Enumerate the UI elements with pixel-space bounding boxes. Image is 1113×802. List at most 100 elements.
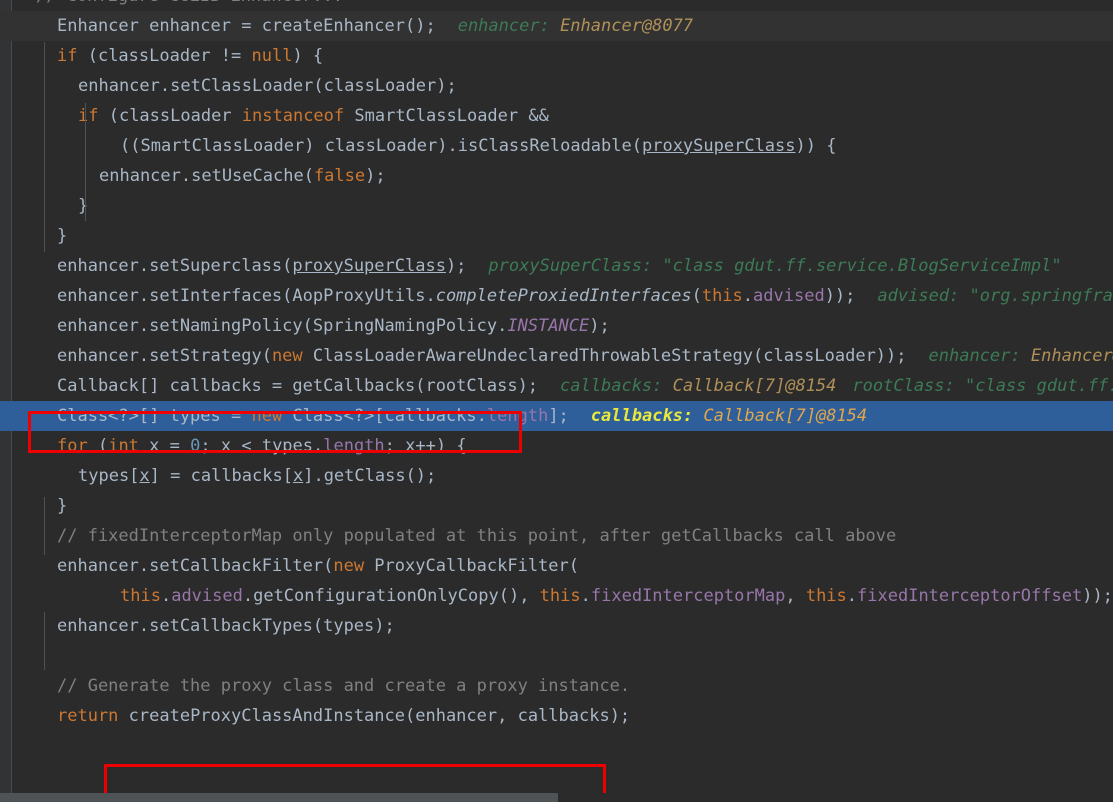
code-token: length	[323, 436, 385, 456]
code-token: Callback[] callbacks = getCallbacks(root…	[57, 376, 539, 396]
code-token: false	[313, 166, 366, 186]
code-token: .	[160, 586, 172, 606]
code-token: x	[405, 436, 416, 456]
inline-debug-hint: callbacks: Callback[7]@8154	[591, 406, 867, 426]
line-set-classloader[interactable]: enhancer.setClassLoader(classLoader);	[0, 71, 1113, 101]
code-token: x	[220, 436, 232, 456]
indent-guide-1	[85, 103, 86, 221]
inline-hint-name: callbacks:	[590, 406, 704, 426]
code-token: x	[139, 466, 150, 486]
code-token: }	[57, 226, 68, 246]
code-token: ((SmartClassLoader) classLoader).isClass…	[120, 136, 642, 156]
inline-hint-name: advised:	[877, 286, 970, 306]
line-create-enhancer[interactable]: Enhancer enhancer = createEnhancer(); enh…	[0, 11, 1113, 41]
code-token: this	[120, 586, 161, 606]
code-token: enhancer.setClassLoader(classLoader);	[78, 76, 457, 96]
code-token: ,	[785, 586, 806, 606]
code-token: (classLoader !=	[77, 46, 252, 66]
code-text: Callback[] callbacks = getCallbacks(root…	[0, 371, 538, 401]
line-types-array[interactable]: Class<?>[] types = new Class<?>[callback…	[0, 401, 1113, 431]
code-text: Enhancer enhancer = createEnhancer();	[0, 11, 436, 41]
line-return-create-proxy[interactable]: return createProxyClassAndInstance(enhan…	[0, 701, 1113, 731]
line-set-strategy[interactable]: enhancer.setStrategy(new ClassLoaderAwar…	[0, 341, 1113, 371]
code-token: instanceof	[241, 106, 345, 126]
code-token: // fixedInterceptorMap only populated at…	[57, 526, 897, 546]
code-token: null	[251, 46, 293, 66]
line-comment-fixedinterceptormap[interactable]: // fixedInterceptorMap only populated at…	[0, 521, 1113, 551]
code-token: enhancer.setNamingPolicy(SpringNamingPol…	[57, 316, 508, 336]
code-token: INSTANCE	[507, 316, 590, 336]
code-text: enhancer.setInterfaces(AopProxyUtils.com…	[0, 281, 855, 311]
line-set-callback-types[interactable]: enhancer.setCallbackTypes(types);	[0, 611, 1113, 641]
code-token: ) {	[292, 46, 324, 66]
code-token: ++) {	[415, 436, 467, 456]
inline-debug-hint: advised: "org.springframewo	[877, 286, 1113, 306]
line-for-loop[interactable]: for (int x = 0; x < types.length; x++) {	[0, 431, 1113, 461]
horizontal-scrollbar-thumb[interactable]	[0, 793, 558, 802]
code-token: completeProxiedInterfaces	[435, 286, 692, 306]
code-token: x	[149, 436, 160, 456]
line-is-class-reloadable[interactable]: ((SmartClassLoader) classLoader).isClass…	[0, 131, 1113, 161]
code-token: new	[333, 556, 365, 576]
code-token: // Generate the proxy class and create a…	[57, 676, 631, 696]
line-comment-generate-proxy[interactable]: // Generate the proxy class and create a…	[0, 671, 1113, 701]
code-text: if (classLoader instanceof SmartClassLoa…	[0, 101, 549, 131]
line-callback-filter-args[interactable]: this.advised.getConfigurationOnlyCopy(),…	[0, 581, 1113, 611]
code-token: (	[87, 436, 109, 456]
horizontal-scrollbar-track[interactable]	[0, 793, 1113, 802]
code-text: enhancer.setSuperclass(proxySuperClass);	[0, 251, 466, 281]
line-if-smartclassloader[interactable]: if (classLoader instanceof SmartClassLoa…	[0, 101, 1113, 131]
code-text: }	[0, 491, 67, 521]
line-set-use-cache[interactable]: enhancer.setUseCache(false);	[0, 161, 1113, 191]
code-token: );	[445, 256, 467, 276]
code-token: ));	[1082, 586, 1113, 606]
code-token: fixedInterceptorOffset	[857, 586, 1083, 606]
code-token: length	[486, 406, 549, 426]
code-token: x	[292, 466, 304, 486]
line-set-callback-filter[interactable]: enhancer.setCallbackFilter(new ProxyCall…	[0, 551, 1113, 581]
code-token: this	[701, 286, 743, 306]
code-token: .	[846, 586, 858, 606]
line-set-naming-policy[interactable]: enhancer.setNamingPolicy(SpringNamingPol…	[0, 311, 1113, 341]
code-text: // fixedInterceptorMap only populated at…	[0, 521, 896, 551]
line-set-superclass[interactable]: enhancer.setSuperclass(proxySuperClass);…	[0, 251, 1113, 281]
inline-hint-value: "class gdut.ff.service.BlogServiceImpl"	[662, 256, 1062, 276]
code-token: if	[57, 46, 78, 66]
code-token: if	[78, 106, 99, 126]
inline-hint-value: Enhancer@8077	[560, 16, 694, 36]
code-editor[interactable]: // Configure CGLIB Enhancer... Enhancer e…	[0, 0, 1113, 802]
code-token: enhancer.setCallbackTypes(types);	[57, 616, 395, 636]
inline-hint-name: rootClass:	[852, 376, 965, 396]
code-token: (classLoader	[98, 106, 242, 126]
code-token: ] = callbacks[	[149, 466, 293, 486]
code-token: createProxyClassAndInstance(enhancer, ca…	[118, 706, 631, 726]
line-close-outer-brace[interactable]: }	[0, 221, 1113, 251]
code-token: .	[580, 586, 591, 606]
line-blank[interactable]	[0, 641, 1113, 671]
code-token: );	[365, 166, 386, 186]
line-close-for-brace[interactable]: }	[0, 491, 1113, 521]
line-get-callbacks[interactable]: Callback[] callbacks = getCallbacks(root…	[0, 371, 1113, 401]
line-if-classloader-null[interactable]: if (classLoader != null) {	[0, 41, 1113, 71]
code-token: }	[78, 196, 89, 216]
code-lines-container[interactable]: // Configure CGLIB Enhancer... Enhancer e…	[0, 0, 1113, 802]
code-token: ProxyCallbackFilter(	[364, 556, 579, 576]
code-token: enhancer.setStrategy(	[57, 346, 272, 366]
code-token: =	[159, 436, 191, 456]
line-types-assign[interactable]: types[x] = callbacks[x].getClass();	[0, 461, 1113, 491]
code-token: .getConfigurationOnlyCopy(),	[242, 586, 540, 606]
code-token: new	[271, 346, 303, 366]
indent-guide-3	[44, 612, 45, 670]
line-close-inner-brace[interactable]: }	[0, 191, 1113, 221]
code-text: for (int x = 0; x < types.length; x++) {	[0, 431, 467, 461]
code-text: enhancer.setCallbackFilter(new ProxyCall…	[0, 551, 579, 581]
line-set-interfaces[interactable]: enhancer.setInterfaces(AopProxyUtils.com…	[0, 281, 1113, 311]
code-token: );	[589, 316, 610, 336]
code-token: fixedInterceptorMap	[590, 586, 786, 606]
code-text: enhancer.setNamingPolicy(SpringNamingPol…	[0, 311, 610, 341]
code-token: advised	[753, 286, 825, 306]
inline-debug-hint: callbacks: Callback[7]@8154	[560, 376, 836, 396]
code-token: Enhancer enhancer = createEnhancer();	[57, 16, 436, 36]
line-partial-top[interactable]: // Configure CGLIB Enhancer...	[0, 0, 1113, 11]
